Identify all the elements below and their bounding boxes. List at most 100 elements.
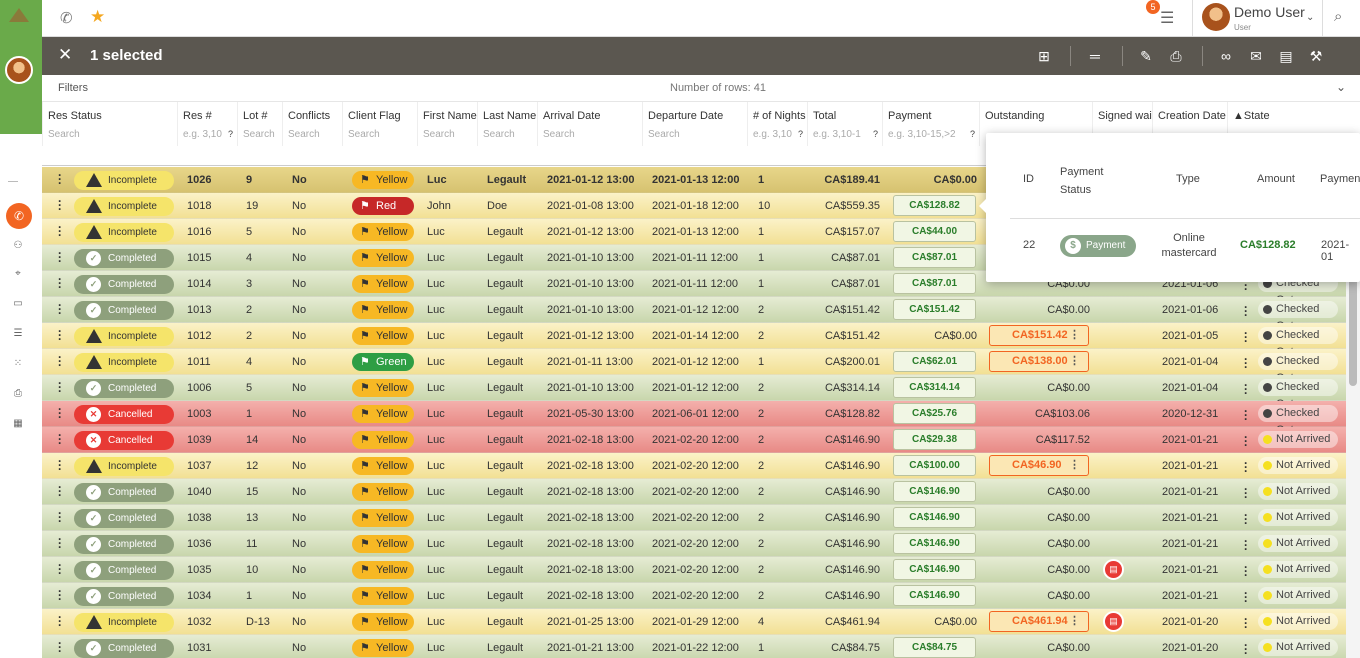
column-label[interactable]: Res # — [183, 110, 212, 122]
outstanding-box[interactable]: CA$151.42 ⋮ — [989, 325, 1089, 346]
row-menu-icon[interactable]: · · · — [58, 507, 62, 527]
row-menu-icon[interactable]: · · · — [58, 585, 62, 605]
column-search-input[interactable]: Search — [543, 129, 575, 140]
payment-box[interactable]: CA$29.38 — [893, 429, 976, 450]
table-row[interactable]: · · · ✓ Completed 1031 No Luc Legault 2021-01-21 … — [42, 635, 1346, 658]
document-icon[interactable]: ▤ — [1276, 46, 1296, 66]
table-row[interactable]: · · · Incomplete 1037 12 No Luc Legault 2021-02-1… — [42, 453, 1346, 479]
help-icon[interactable]: ? — [873, 129, 878, 139]
row-menu-icon[interactable]: · · · — [58, 611, 62, 631]
column-label[interactable]: Last Name — [483, 110, 536, 122]
chevron-down-icon[interactable]: ⌄ — [1336, 80, 1346, 94]
payment-box[interactable]: CA$100.00 — [893, 455, 976, 476]
payment-box[interactable]: CA$87.01 — [893, 247, 976, 268]
state-menu-icon[interactable]: ··· — [1244, 535, 1254, 555]
column-label[interactable]: Departure Date — [648, 110, 723, 122]
star-icon[interactable]: ★ — [90, 7, 105, 27]
column-search-input[interactable]: Search — [423, 129, 455, 140]
column-search-input[interactable]: e.g. 3,10 — [183, 129, 222, 140]
phone-icon[interactable]: ✆ — [60, 9, 73, 27]
row-menu-icon[interactable]: · · · — [58, 559, 62, 579]
logo-icon[interactable] — [9, 8, 29, 22]
phone-icon[interactable]: ✆ — [6, 203, 32, 229]
qr-icon[interactable]: ▦ — [10, 416, 26, 432]
user-avatar[interactable] — [1202, 3, 1230, 31]
state-menu-icon[interactable]: ··· — [1244, 509, 1254, 529]
table-row[interactable]: · · · ✓ Completed 1013 2 No Luc Legault 2021-01-10… — [42, 297, 1346, 332]
payment-box[interactable]: CA$87.01 — [893, 273, 976, 294]
row-menu-icon[interactable]: · · · — [58, 169, 62, 189]
payment-box[interactable]: CA$314.14 — [893, 377, 976, 398]
table-row[interactable]: · · · ✓ Completed 1034 1 No Luc Legault 2021-02-18… — [42, 583, 1346, 609]
filters-label[interactable]: Filters — [58, 82, 88, 94]
link-icon[interactable]: ∞ — [1216, 46, 1236, 66]
state-menu-icon[interactable]: ··· — [1244, 353, 1254, 373]
column-label[interactable]: Arrival Date — [543, 110, 600, 122]
row-menu-icon[interactable]: · · · — [58, 403, 62, 423]
no-edit-icon[interactable]: ✎ — [1136, 46, 1156, 66]
payment-box[interactable]: CA$146.90 — [893, 533, 976, 554]
search-icon[interactable]: ⌕ — [1334, 8, 1342, 25]
more-icon[interactable]: ⋮ — [1069, 456, 1080, 475]
row-menu-icon[interactable]: · · · — [58, 195, 62, 215]
table-row[interactable]: · · · Incomplete 1032 D-13 No Luc Legault 2021-01… — [42, 609, 1346, 635]
column-search-input[interactable]: Search — [243, 129, 275, 140]
column-label[interactable]: Outstanding — [985, 110, 1044, 122]
split-icon[interactable]: ═ — [1085, 46, 1105, 66]
help-icon[interactable]: ? — [228, 129, 233, 139]
table-row[interactable]: · · · ✓ Completed 1036 11 No Luc Legault 2021-02-1… — [42, 531, 1346, 557]
row-menu-icon[interactable]: · · · — [58, 429, 62, 449]
state-menu-icon[interactable]: ··· — [1244, 327, 1254, 347]
gavel-icon[interactable]: ⚒ — [1306, 46, 1326, 66]
row-menu-icon[interactable]: · · · — [58, 637, 62, 657]
column-label[interactable]: Res Status — [48, 110, 102, 122]
column-label[interactable]: Conflicts — [288, 110, 330, 122]
row-menu-icon[interactable]: · · · — [58, 481, 62, 501]
row-menu-icon[interactable]: · · · — [58, 377, 62, 397]
more-icon[interactable]: ⋮ — [1069, 612, 1080, 631]
help-icon[interactable]: ? — [970, 129, 975, 139]
state-menu-icon[interactable]: ··· — [1244, 379, 1254, 399]
column-search-input[interactable]: Search — [288, 129, 320, 140]
row-menu-icon[interactable]: · · · — [58, 247, 62, 267]
state-menu-icon[interactable]: ··· — [1244, 587, 1254, 607]
close-icon[interactable]: ✕ — [58, 45, 72, 65]
column-label[interactable]: Client Flag — [348, 110, 401, 122]
payment-box[interactable]: CA$62.01 — [893, 351, 976, 372]
payment-box[interactable]: CA$151.42 — [893, 299, 976, 320]
state-menu-icon[interactable]: ··· — [1244, 457, 1254, 477]
add-box-icon[interactable]: ⊞ — [1034, 46, 1054, 66]
row-menu-icon[interactable]: · · · — [58, 455, 62, 475]
row-menu-icon[interactable]: · · · — [58, 273, 62, 293]
payment-box[interactable]: CA$146.90 — [893, 585, 976, 606]
payment-box[interactable]: CA$146.90 — [893, 559, 976, 580]
outstanding-box[interactable]: CA$46.90 ⋮ — [989, 455, 1089, 476]
state-menu-icon[interactable]: ··· — [1244, 639, 1254, 658]
state-menu-icon[interactable]: ··· — [1244, 613, 1254, 633]
state-menu-icon[interactable]: ··· — [1244, 301, 1254, 321]
more-icon[interactable]: ⋮ — [1069, 326, 1080, 345]
column-label[interactable]: # of Nights — [753, 110, 806, 122]
chevron-down-icon[interactable]: ⌄ — [1306, 12, 1314, 23]
column-search-input[interactable]: e.g. 3,10-1 — [813, 129, 861, 140]
table-row[interactable]: · · · ✓ Completed 1006 5 No Luc Legault 2021-01-10… — [42, 375, 1346, 410]
monitor-icon[interactable]: ▭ — [10, 296, 26, 312]
payment-box[interactable]: CA$146.90 — [893, 481, 976, 502]
column-search-input[interactable]: Search — [48, 129, 80, 140]
column-label[interactable]: Signed wai — [1098, 110, 1152, 122]
table-row[interactable]: · · · ✓ Completed 1038 13 No Luc Legault 2021-02-1… — [42, 505, 1346, 531]
print-icon[interactable]: ⎙ — [10, 386, 26, 402]
row-menu-icon[interactable]: · · · — [58, 325, 62, 345]
table-row[interactable]: · · · ✕ Cancelled 1003 1 No Luc Legault 2021-05-30… — [42, 401, 1346, 436]
column-search-input[interactable]: e.g. 3,10 — [753, 129, 792, 140]
sidebar-avatar[interactable] — [5, 56, 33, 84]
column-label[interactable]: Payment — [888, 110, 931, 122]
state-menu-icon[interactable]: ··· — [1244, 561, 1254, 581]
state-menu-icon[interactable]: ··· — [1244, 431, 1254, 451]
column-search-input[interactable]: e.g. 3,10-15,>2 — [888, 129, 956, 140]
database-icon[interactable]: ☰ — [10, 326, 26, 342]
print-icon[interactable]: ⎙ — [1166, 46, 1186, 66]
user-name[interactable]: Demo User — [1234, 4, 1305, 20]
more-icon[interactable]: ⋮ — [1069, 352, 1080, 371]
state-menu-icon[interactable]: ··· — [1244, 483, 1254, 503]
